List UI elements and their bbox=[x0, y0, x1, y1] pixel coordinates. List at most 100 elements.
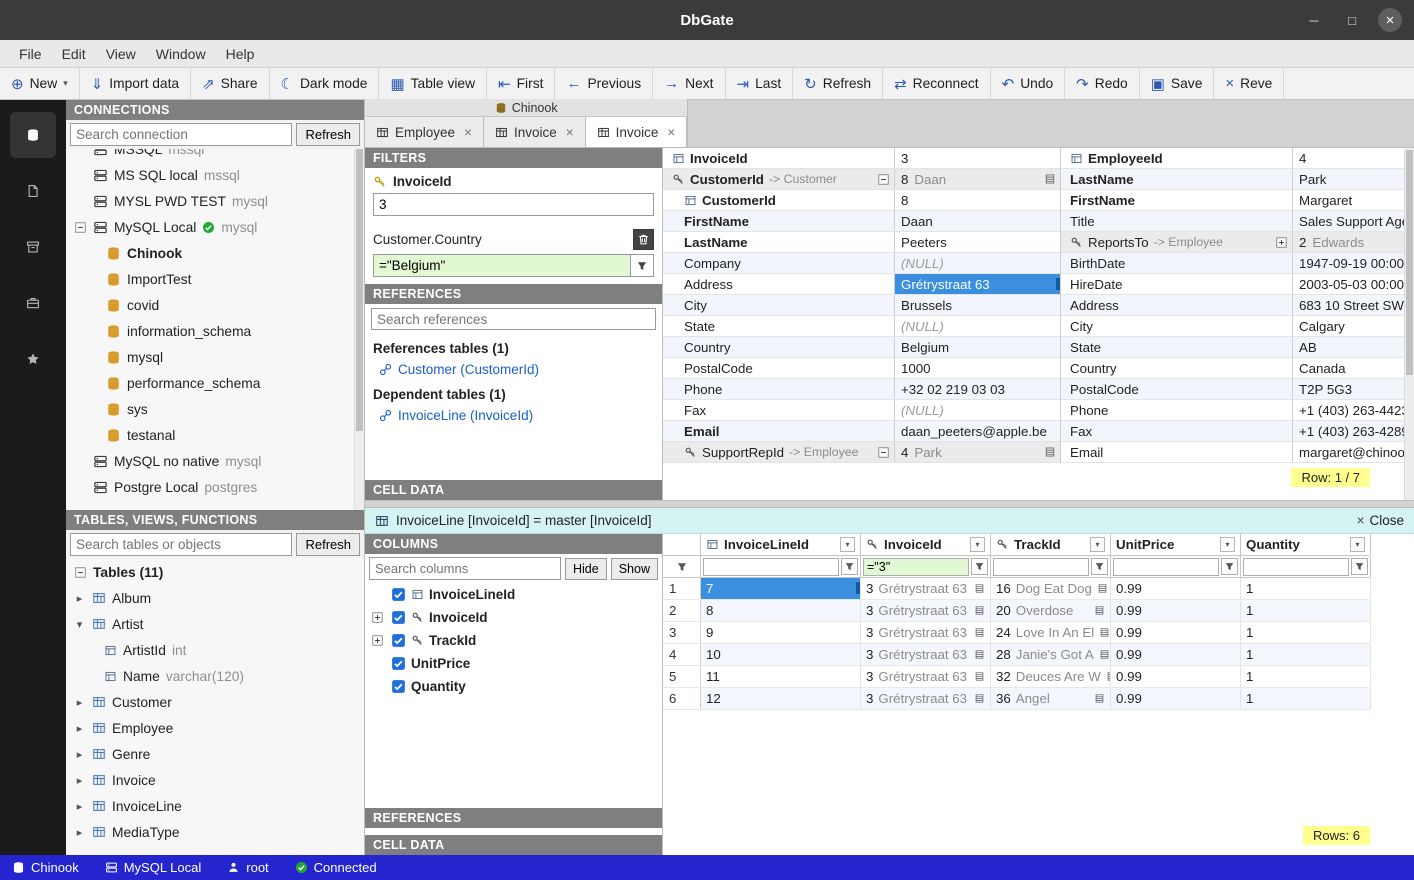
activity-archive-button[interactable] bbox=[10, 224, 56, 270]
grid-cell[interactable]: 10 bbox=[701, 644, 861, 665]
open-detail-icon[interactable] bbox=[1097, 583, 1108, 594]
open-detail-icon[interactable] bbox=[974, 583, 985, 594]
status-mysql-local[interactable]: MySQL Local bbox=[105, 860, 202, 875]
column-item-quantity[interactable]: Quantity bbox=[365, 675, 662, 698]
form-field-label[interactable]: Phone bbox=[1061, 400, 1293, 420]
minimize-button[interactable]: ─ bbox=[1302, 8, 1326, 32]
form-field-label[interactable]: Country bbox=[1061, 358, 1293, 378]
open-detail-icon[interactable] bbox=[974, 627, 985, 638]
grid-cell[interactable]: 3Grétrystraat 63 bbox=[861, 688, 991, 709]
tab-invoice-3[interactable]: Invoice× bbox=[586, 117, 688, 147]
form-field-label[interactable]: Address bbox=[663, 274, 895, 294]
table-album[interactable]: ▸Album bbox=[66, 585, 364, 611]
grid-cell[interactable]: 7 bbox=[701, 578, 861, 599]
table-customer[interactable]: ▸Customer bbox=[66, 689, 364, 715]
tables-search-input[interactable] bbox=[70, 533, 292, 556]
filter-funnel-button[interactable] bbox=[631, 254, 654, 277]
menu-help[interactable]: Help bbox=[217, 43, 264, 65]
chevron-right-icon[interactable]: ▸ bbox=[73, 800, 86, 813]
form-field-value[interactable]: (NULL) bbox=[895, 400, 1060, 420]
toolbar-last-button[interactable]: ⇥Last bbox=[726, 68, 794, 99]
column-menu-button[interactable]: ▾ bbox=[1220, 537, 1235, 552]
columns-search-input[interactable] bbox=[369, 557, 561, 580]
table-genre[interactable]: ▸Genre bbox=[66, 741, 364, 767]
filter-value-input[interactable] bbox=[373, 254, 631, 277]
tab-close-icon[interactable]: × bbox=[667, 125, 675, 140]
form-field-label[interactable]: Email bbox=[663, 421, 895, 441]
row-number[interactable]: 5 bbox=[663, 666, 701, 687]
collapse-icon[interactable] bbox=[877, 446, 890, 459]
table-invoiceline[interactable]: ▸InvoiceLine bbox=[66, 793, 364, 819]
form-field-label[interactable]: PostalCode bbox=[1061, 379, 1293, 399]
grid-cell[interactable]: 0.99 bbox=[1111, 644, 1241, 665]
table-invoice[interactable]: ▸Invoice bbox=[66, 767, 364, 793]
grid-header-unitprice[interactable]: UnitPrice▾ bbox=[1111, 534, 1241, 555]
form-field-value[interactable]: 683 10 Street SW bbox=[1293, 295, 1414, 315]
form-field-value[interactable]: 3 bbox=[895, 148, 1060, 168]
form-field-value[interactable]: margaret@chinoo bbox=[1293, 442, 1414, 462]
tab-employee-1[interactable]: Employee× bbox=[365, 117, 484, 147]
grid-header-invoiceid[interactable]: InvoiceId▾ bbox=[861, 534, 991, 555]
chevron-right-icon[interactable]: ▸ bbox=[73, 774, 86, 787]
chevron-right-icon[interactable]: ▸ bbox=[73, 722, 86, 735]
form-field-label[interactable]: City bbox=[663, 295, 895, 315]
form-field-value[interactable]: 1000 bbox=[895, 358, 1060, 378]
grid-cell[interactable]: 3Grétrystraat 63 bbox=[861, 578, 991, 599]
database-performance-schema[interactable]: performance_schema bbox=[66, 370, 364, 396]
chevron-right-icon[interactable]: ▸ bbox=[73, 592, 86, 605]
open-detail-icon[interactable] bbox=[1094, 605, 1105, 616]
form-field-label[interactable]: Phone bbox=[663, 379, 895, 399]
open-detail-icon[interactable] bbox=[1044, 173, 1056, 185]
grid-cell[interactable]: 0.99 bbox=[1111, 688, 1241, 709]
form-field-value[interactable]: 2Edwards bbox=[1293, 232, 1414, 252]
column-menu-button[interactable]: ▾ bbox=[1350, 537, 1365, 552]
open-detail-icon[interactable] bbox=[1099, 627, 1110, 638]
form-field-label[interactable]: FirstName bbox=[663, 211, 895, 231]
status-chinook[interactable]: Chinook bbox=[12, 860, 79, 875]
form-field-label[interactable]: Fax bbox=[663, 400, 895, 420]
grid-filter-input[interactable] bbox=[863, 558, 969, 576]
filter-funnel-button[interactable] bbox=[1351, 558, 1368, 575]
pane-splitter[interactable] bbox=[365, 500, 1414, 508]
grid-cell[interactable]: 32Deuces Are W bbox=[991, 666, 1111, 687]
grid-cell[interactable]: 24Love In An El bbox=[991, 622, 1111, 643]
form-field-value[interactable]: 4 bbox=[1293, 148, 1414, 168]
grid-cell[interactable]: 1 bbox=[1241, 688, 1371, 709]
menu-window[interactable]: Window bbox=[147, 43, 215, 65]
form-field-label[interactable]: EmployeeId bbox=[1061, 148, 1293, 168]
column-menu-button[interactable]: ▾ bbox=[840, 537, 855, 552]
grid-filter-input[interactable] bbox=[1243, 558, 1349, 576]
expand-icon[interactable] bbox=[371, 611, 386, 624]
open-detail-icon[interactable] bbox=[1044, 446, 1056, 458]
database-importtest[interactable]: ImportTest bbox=[66, 266, 364, 292]
database-mysql[interactable]: mysql bbox=[66, 344, 364, 370]
open-detail-icon[interactable] bbox=[974, 605, 985, 616]
grid-cell[interactable]: 3Grétrystraat 63 bbox=[861, 600, 991, 621]
form-field-value[interactable]: +1 (403) 263-4289 bbox=[1293, 421, 1414, 441]
column-item-invoiceid[interactable]: InvoiceId bbox=[365, 606, 662, 629]
grid-cell[interactable]: 3Grétrystraat 63 bbox=[861, 666, 991, 687]
form-field-label[interactable]: Email bbox=[1061, 442, 1293, 462]
show-column-button[interactable]: Show bbox=[611, 558, 658, 580]
connection-mysql-local[interactable]: MySQL Localmysql bbox=[66, 214, 364, 240]
grid-header-trackid[interactable]: TrackId▾ bbox=[991, 534, 1111, 555]
form-field-label[interactable]: ReportsTo-> Employee bbox=[1061, 232, 1293, 252]
database-sys[interactable]: sys bbox=[66, 396, 364, 422]
column-item-unitprice[interactable]: UnitPrice bbox=[365, 652, 662, 675]
toolbar-import-data-button[interactable]: ⇓Import data bbox=[80, 68, 191, 99]
column-item-trackid[interactable]: TrackId bbox=[365, 629, 662, 652]
tables-refresh-button[interactable]: Refresh bbox=[296, 533, 360, 556]
grid-header-quantity[interactable]: Quantity▾ bbox=[1241, 534, 1371, 555]
form-field-value[interactable]: Grétrystraat 63 bbox=[895, 274, 1060, 294]
grid-cell[interactable]: 0.99 bbox=[1111, 600, 1241, 621]
grid-cell[interactable]: 0.99 bbox=[1111, 622, 1241, 643]
column-item-invoicelineid[interactable]: InvoiceLineId bbox=[365, 583, 662, 606]
grid-cell[interactable]: 1 bbox=[1241, 600, 1371, 621]
chevron-right-icon[interactable]: ▸ bbox=[73, 696, 86, 709]
toolbar-previous-button[interactable]: ←Previous bbox=[555, 68, 653, 99]
grid-cell[interactable]: 16Dog Eat Dog bbox=[991, 578, 1111, 599]
grid-cell[interactable]: 0.99 bbox=[1111, 666, 1241, 687]
expand-icon[interactable] bbox=[1275, 236, 1288, 249]
collapse-icon[interactable] bbox=[73, 566, 87, 579]
column-checkbox[interactable] bbox=[391, 587, 406, 602]
